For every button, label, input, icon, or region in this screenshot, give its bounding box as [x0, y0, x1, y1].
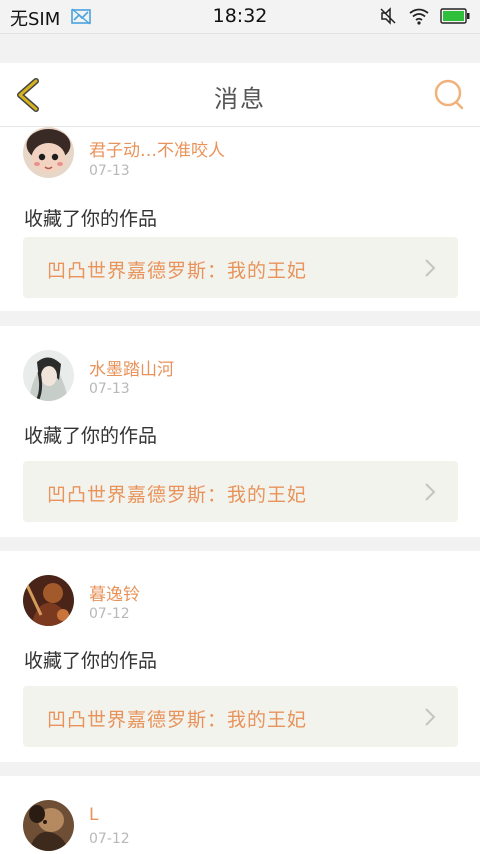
message-date: 07-12: [89, 606, 130, 622]
message-date: 07-12: [89, 831, 130, 847]
message-card: L 07-12: [0, 776, 480, 854]
work-title: 凹凸世界嘉德罗斯：我的王妃: [47, 260, 308, 282]
action-text: 收藏了你的作品: [24, 650, 158, 672]
message-card: 暮逸铃 07-12 收藏了你的作品 凹凸世界嘉德罗斯：我的王妃: [0, 551, 480, 762]
page-title: 消息: [214, 85, 266, 113]
message-list[interactable]: 君子动…不准咬人 07-13 收藏了你的作品 凹凸世界嘉德罗斯：我的王妃 水墨踏…: [0, 127, 480, 854]
search-button[interactable]: [432, 77, 468, 113]
action-text: 收藏了你的作品: [24, 208, 158, 230]
user-name[interactable]: 水墨踏山河: [89, 355, 174, 380]
message-date: 07-13: [89, 381, 130, 397]
work-link[interactable]: 凹凸世界嘉德罗斯：我的王妃: [23, 686, 458, 747]
message-date: 07-13: [89, 163, 130, 179]
wifi-icon: [408, 7, 430, 29]
user-name[interactable]: 君子动…不准咬人: [89, 136, 225, 161]
work-title: 凹凸世界嘉德罗斯：我的王妃: [47, 484, 308, 506]
user-name[interactable]: 暮逸铃: [89, 580, 140, 605]
search-icon: [434, 79, 464, 110]
user-name[interactable]: L: [89, 805, 98, 825]
nav-bar: 消息: [0, 63, 480, 127]
work-title: 凹凸世界嘉德罗斯：我的王妃: [47, 709, 308, 731]
avatar[interactable]: [23, 350, 74, 401]
work-link[interactable]: 凹凸世界嘉德罗斯：我的王妃: [23, 237, 458, 298]
battery-icon: [440, 8, 470, 28]
status-right: [378, 6, 470, 30]
status-bar: 无SIM 18:32: [0, 0, 480, 34]
chevron-right-icon: [425, 259, 436, 277]
chevron-right-icon: [425, 483, 436, 501]
action-text: 收藏了你的作品: [24, 425, 158, 447]
message-card: 水墨踏山河 07-13 收藏了你的作品 凹凸世界嘉德罗斯：我的王妃: [0, 326, 480, 537]
avatar[interactable]: [23, 127, 74, 178]
avatar[interactable]: [23, 800, 74, 851]
message-card: 君子动…不准咬人 07-13 收藏了你的作品 凹凸世界嘉德罗斯：我的王妃: [0, 127, 480, 311]
avatar[interactable]: [23, 575, 74, 626]
chevron-right-icon: [425, 708, 436, 726]
work-link[interactable]: 凹凸世界嘉德罗斯：我的王妃: [23, 461, 458, 522]
mute-icon: [378, 6, 398, 30]
